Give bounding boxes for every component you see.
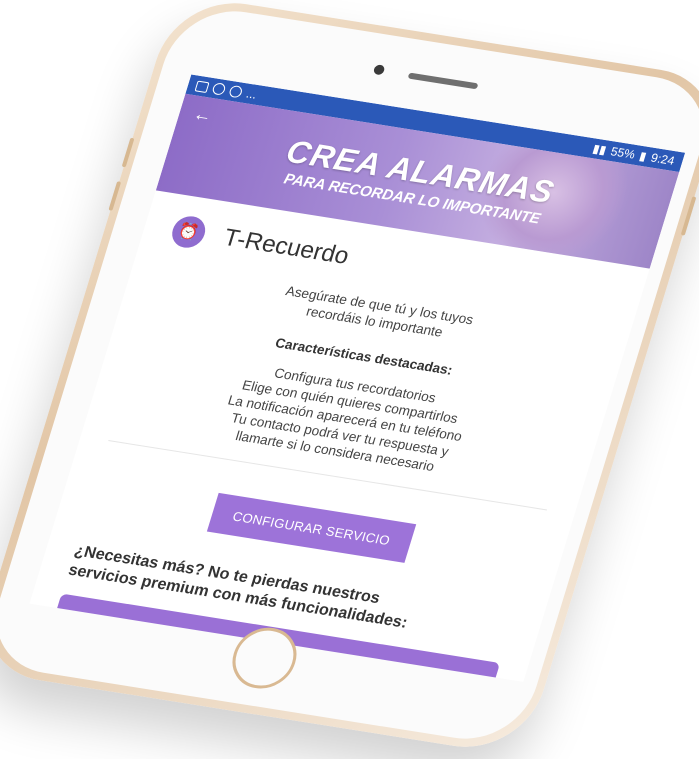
whatsapp-icon — [211, 82, 227, 96]
at-icon — [228, 84, 244, 99]
front-camera — [372, 64, 386, 76]
features-list: Configura tus recordatorios Elige con qu… — [113, 342, 577, 494]
clock: 9:24 — [649, 150, 677, 168]
signal-icon: ▮▮ — [591, 141, 609, 158]
alarm-clock-icon: ⏰ — [168, 214, 210, 250]
phone: ... ▮▮ 55% ▮ 9:24 ← CREA ALARMAS PARA RE… — [0, 0, 699, 757]
service-detail: ⏰ T-Recuerdo Asegúrate de que tú y los t… — [29, 190, 649, 682]
battery-icon: ▮ — [637, 148, 649, 164]
gallery-icon — [194, 80, 210, 93]
battery-percent: 55% — [608, 144, 637, 162]
configure-service-button[interactable]: CONFIGURAR SERVICIO — [206, 492, 417, 563]
earpiece-speaker — [407, 72, 479, 90]
phone-face: ... ▮▮ 55% ▮ 9:24 ← CREA ALARMAS PARA RE… — [0, 2, 699, 748]
app-name: T-Recuerdo — [220, 224, 353, 270]
notification-more: ... — [244, 86, 259, 102]
